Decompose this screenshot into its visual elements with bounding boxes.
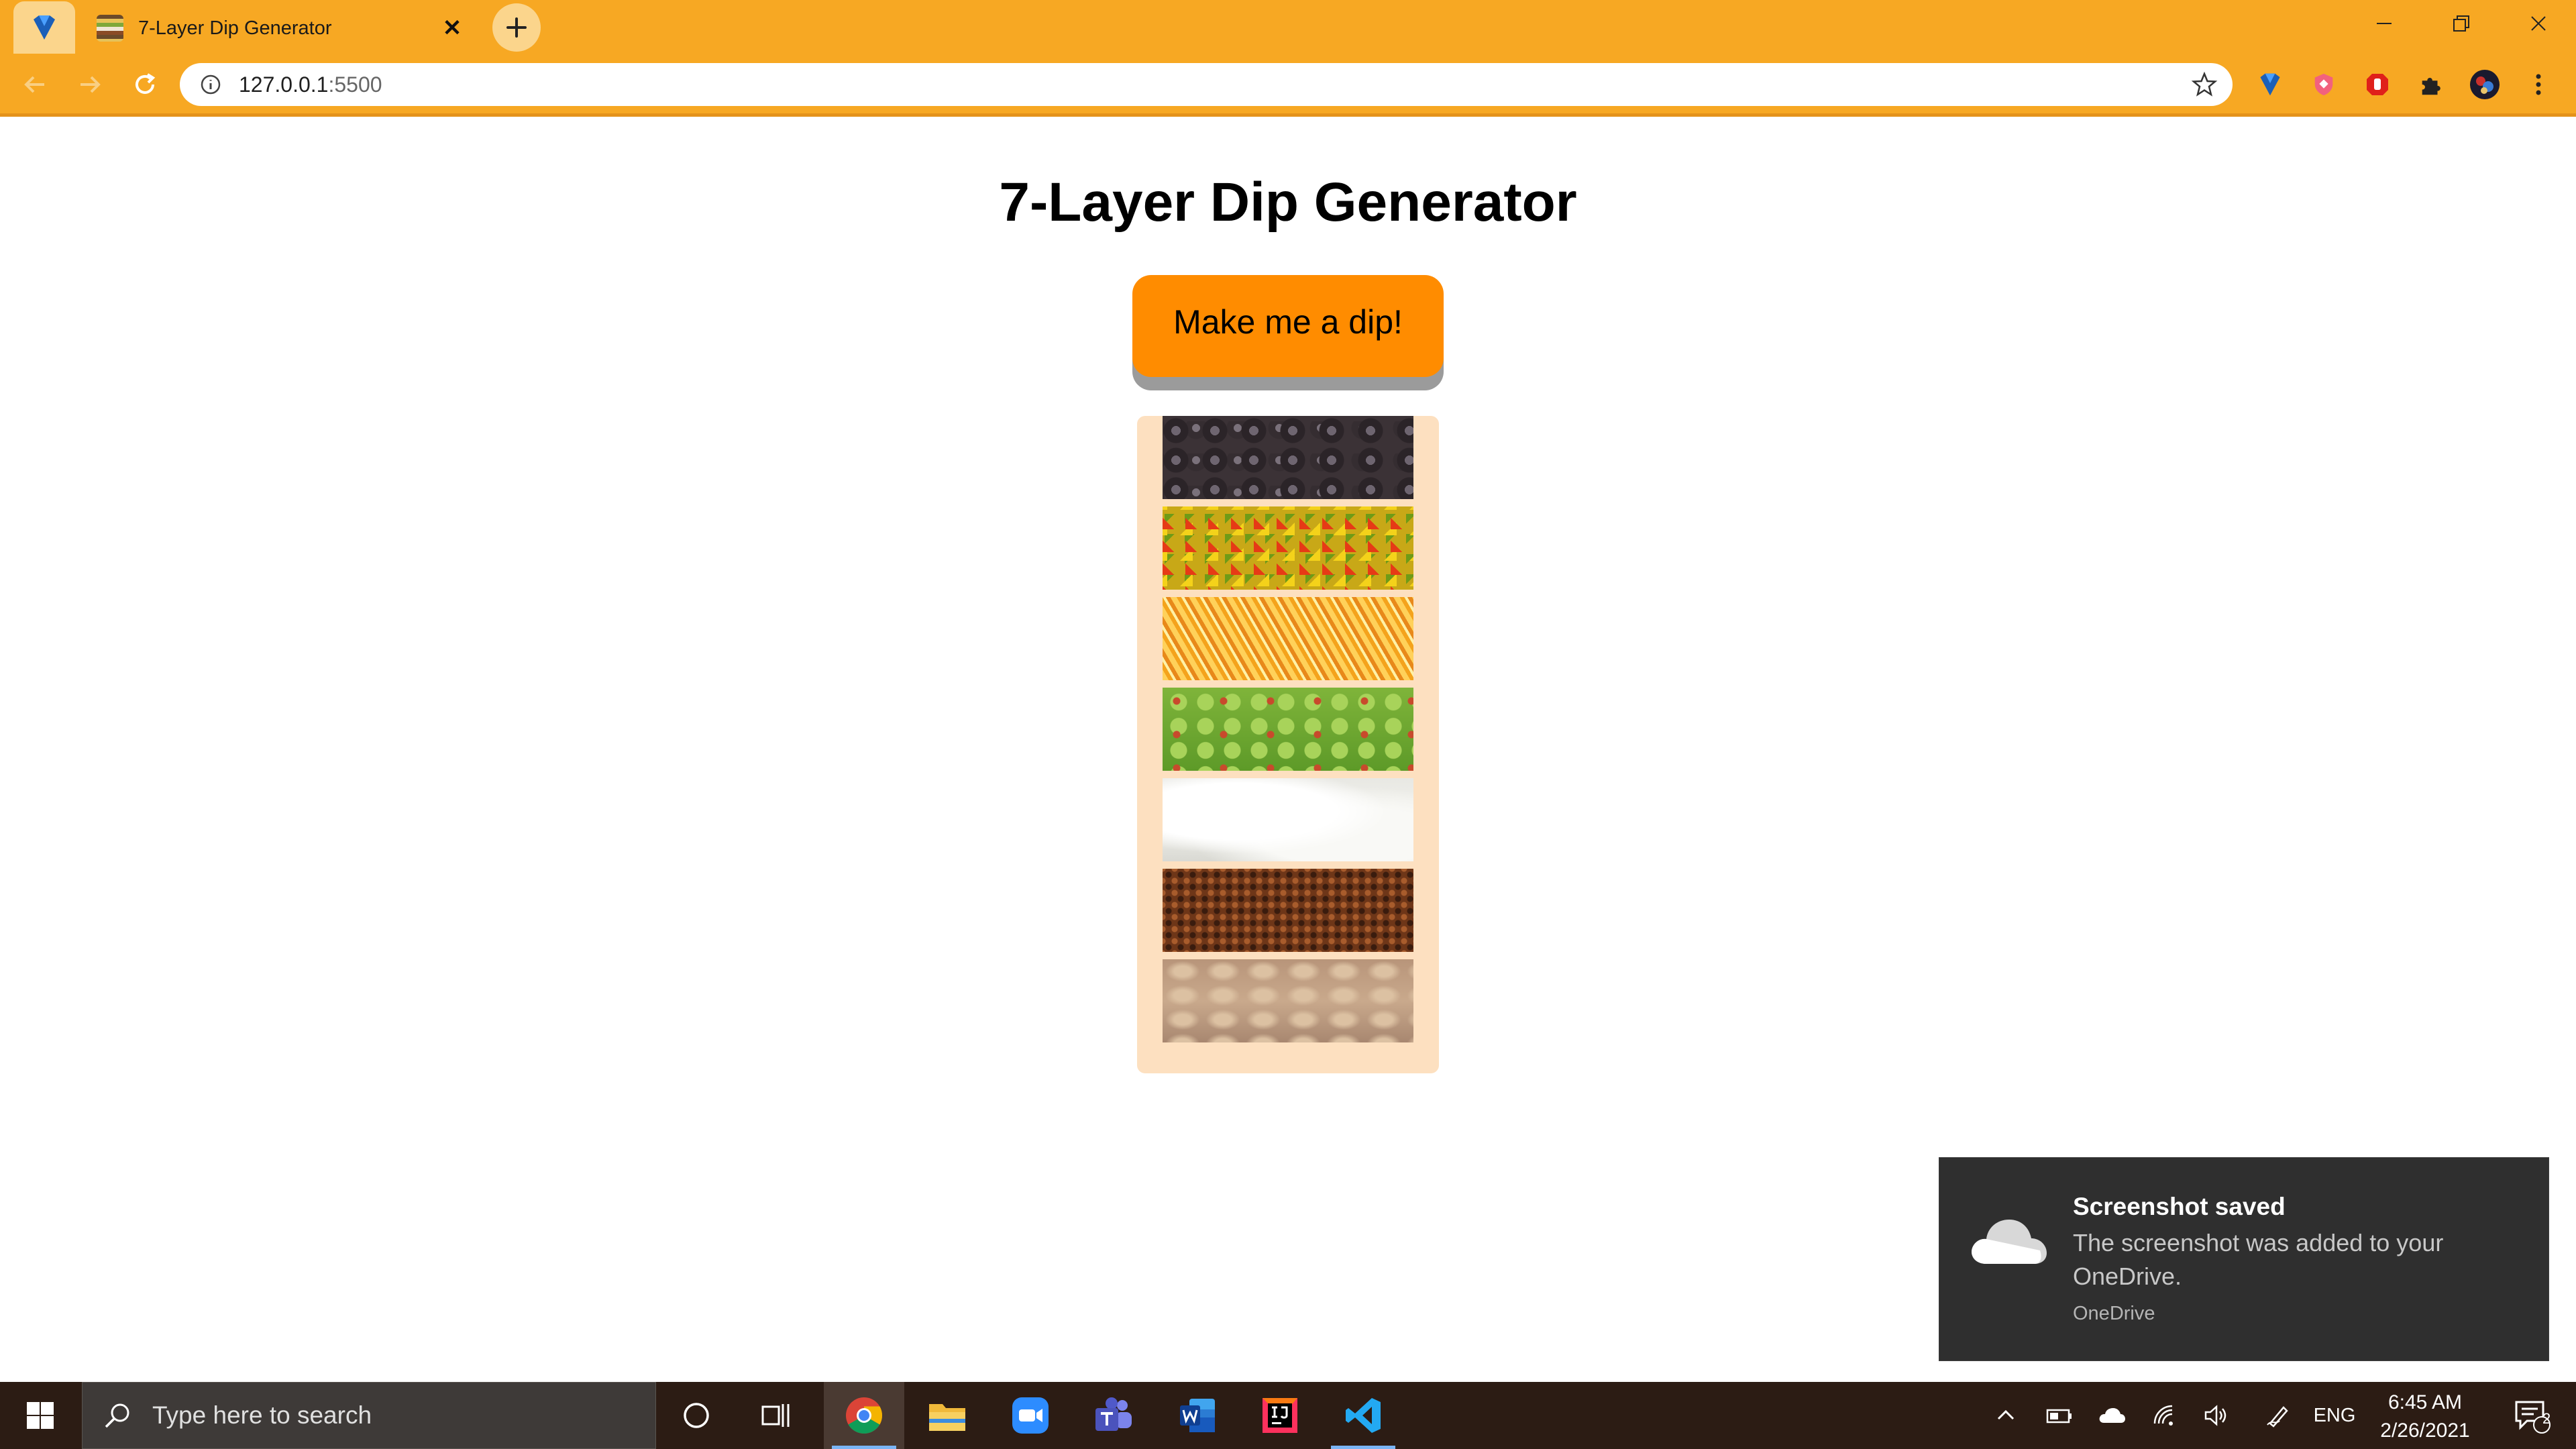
clock-date: 2/26/2021 — [2380, 1419, 2470, 1442]
vscode-icon — [1346, 1398, 1381, 1433]
taskbar-word[interactable] — [1157, 1382, 1237, 1449]
search-placeholder: Type here to search — [152, 1401, 372, 1429]
pinned-extension-tab[interactable] — [13, 1, 75, 54]
close-window-button[interactable] — [2500, 0, 2576, 47]
close-icon — [2530, 16, 2546, 31]
task-view-icon — [761, 1404, 790, 1427]
taskbar-intellij[interactable] — [1240, 1382, 1320, 1449]
extensions-button[interactable] — [2410, 63, 2453, 106]
word-icon — [1180, 1399, 1215, 1432]
battery-tray-button[interactable] — [2039, 1382, 2080, 1449]
back-button[interactable] — [13, 63, 56, 106]
toast-title: Screenshot saved — [2073, 1193, 2286, 1220]
url-port: :5500 — [328, 72, 382, 97]
stop-hand-icon — [2367, 74, 2388, 95]
tab-close-icon[interactable]: ✕ — [439, 15, 466, 42]
shield-extension-button[interactable] — [2302, 63, 2345, 106]
taskbar-clock[interactable]: 6:45 AM 2/26/2021 — [2368, 1389, 2482, 1445]
browser-tab[interactable]: 7-Layer Dip Generator ✕ — [79, 3, 482, 54]
show-hidden-icons-button[interactable] — [1986, 1382, 2026, 1449]
cloud-icon — [1972, 1220, 2047, 1264]
taskbar-chrome[interactable] — [824, 1382, 904, 1449]
zoom-camera-icon — [1012, 1397, 1049, 1434]
browser-tab-strip: 7-Layer Dip Generator ✕ — [0, 0, 2576, 54]
layer-sour-cream — [1163, 778, 1413, 861]
teams-icon — [1095, 1397, 1132, 1431]
language-indicator[interactable]: ENG — [2308, 1382, 2361, 1449]
wifi-icon — [2153, 1405, 2173, 1426]
layer-black-olives — [1163, 416, 1413, 499]
forward-button[interactable] — [68, 63, 111, 106]
page-title: 7-Layer Dip Generator — [999, 172, 1577, 233]
bookmark-star-icon[interactable] — [2191, 71, 2218, 98]
url-host: 127.0.0.1 — [239, 72, 329, 97]
taskbar-vscode[interactable] — [1323, 1382, 1403, 1449]
plus-icon — [506, 17, 527, 38]
battery-icon — [2046, 1409, 2072, 1424]
avatar-icon — [2470, 70, 2500, 99]
shield-icon — [2314, 73, 2333, 96]
arrow-left-icon — [24, 76, 44, 93]
info-icon — [201, 74, 221, 95]
layer-diced-peppers — [1163, 506, 1413, 590]
diamond-logo-icon — [2260, 73, 2280, 96]
minimize-button[interactable] — [2345, 0, 2422, 47]
taskbar-teams[interactable] — [1073, 1382, 1154, 1449]
volume-tray-button[interactable] — [2196, 1382, 2237, 1449]
browser-menu-button[interactable] — [2517, 63, 2560, 106]
profile-avatar-button[interactable] — [2463, 63, 2506, 106]
reload-icon — [136, 73, 156, 94]
onedrive-tray-button[interactable] — [2092, 1382, 2132, 1449]
minimize-icon — [2376, 23, 2392, 24]
dip-layers-container — [1137, 416, 1439, 1073]
stop-hand-extension-button[interactable] — [2356, 63, 2399, 106]
taskbar-search-box[interactable]: Type here to search — [82, 1382, 656, 1449]
start-button[interactable] — [0, 1382, 80, 1449]
diamond-extension-button[interactable] — [2249, 63, 2292, 106]
pen-tray-button[interactable] — [2258, 1382, 2298, 1449]
task-view-button[interactable] — [737, 1382, 817, 1449]
restore-icon — [2453, 15, 2469, 32]
reload-button[interactable] — [123, 63, 166, 106]
chevron-up-icon — [1997, 1409, 2015, 1420]
search-icon — [105, 1403, 129, 1428]
restore-button[interactable] — [2422, 0, 2500, 47]
layer-shredded-cheese — [1163, 597, 1413, 680]
taskbar-zoom[interactable] — [990, 1382, 1071, 1449]
layer-ground-beef — [1163, 869, 1413, 952]
folder-icon — [929, 1404, 965, 1431]
diamond-logo-icon — [34, 15, 55, 40]
tab-title: 7-Layer Dip Generator — [138, 17, 332, 39]
notification-count-badge: 2 — [2542, 1410, 2551, 1427]
address-bar[interactable]: 127.0.0.1:5500 — [180, 63, 2233, 106]
pen-icon — [2267, 1406, 2288, 1428]
clock-time: 6:45 AM — [2387, 1391, 2463, 1413]
intellij-icon — [1263, 1398, 1297, 1433]
windows-logo-icon — [27, 1402, 54, 1429]
layer-guacamole — [1163, 688, 1413, 771]
make-dip-button[interactable]: Make me a dip! — [1132, 275, 1444, 377]
chrome-icon — [846, 1397, 883, 1434]
kebab-menu-icon — [2536, 74, 2541, 95]
speaker-icon — [2204, 1405, 2226, 1426]
toast-message: The screenshot was added to your OneDriv… — [2073, 1229, 2444, 1290]
browser-toolbar: 127.0.0.1:5500 — [0, 54, 2576, 117]
arrow-right-icon — [80, 76, 101, 93]
layer-refried-beans — [1163, 959, 1413, 1042]
taskbar-file-explorer[interactable] — [907, 1382, 987, 1449]
cloud-icon — [2099, 1408, 2125, 1423]
onedrive-notification[interactable]: Screenshot saved The screenshot was adde… — [1939, 1157, 2549, 1361]
url-text: 127.0.0.1:5500 — [239, 63, 382, 106]
windows-taskbar: Type here to search ENG 6:45 AM 2/26/202… — [0, 1382, 2576, 1449]
cortana-circle-icon — [684, 1403, 709, 1428]
new-tab-button[interactable] — [492, 3, 541, 52]
action-center-button[interactable]: 2 — [2496, 1382, 2569, 1449]
network-tray-button[interactable] — [2144, 1382, 2184, 1449]
dip-favicon-icon — [97, 15, 123, 42]
puzzle-icon — [2422, 78, 2440, 95]
toast-source: OneDrive — [2073, 1303, 2155, 1324]
cortana-button[interactable] — [656, 1382, 737, 1449]
